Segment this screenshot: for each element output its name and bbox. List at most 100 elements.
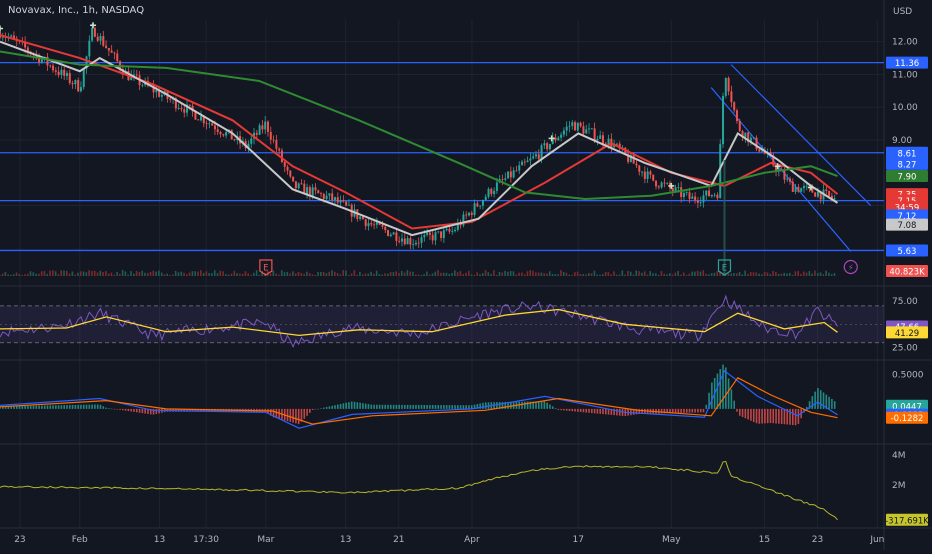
volume-bar — [275, 273, 277, 276]
volume-bar — [26, 273, 29, 276]
macd-histogram-bar — [91, 404, 93, 409]
candle-body — [88, 40, 91, 57]
volume-bar — [314, 274, 317, 276]
candle-body — [102, 36, 105, 46]
volume-bar — [733, 272, 735, 276]
volume-bar — [403, 272, 406, 276]
candle-body — [233, 139, 236, 141]
candle-body — [205, 123, 208, 125]
volume-bar — [454, 270, 456, 276]
candle-body — [789, 178, 792, 182]
macd-histogram-bar — [546, 402, 548, 409]
macd-histogram-bar — [102, 406, 105, 409]
macd-histogram-bar — [722, 364, 724, 409]
volume-bar — [283, 272, 286, 276]
macd-histogram-bar — [401, 404, 403, 409]
candle-body — [816, 191, 819, 197]
candle-body — [685, 192, 688, 194]
price-label-7-90: 7.90 — [898, 173, 917, 183]
candle-body — [576, 122, 579, 131]
candle-body — [339, 200, 342, 203]
time-axis-tick: 13 — [340, 535, 351, 545]
macd-histogram-bar — [674, 408, 677, 414]
volume-bar — [222, 271, 224, 276]
candle-body — [79, 87, 82, 92]
macd-histogram-bar — [711, 382, 713, 409]
volume-bar — [546, 273, 548, 276]
candle-body — [216, 129, 219, 133]
volume-bar — [199, 270, 202, 276]
macd-histogram-bar — [297, 408, 300, 425]
candle-body — [534, 154, 537, 157]
candle-body — [211, 123, 214, 126]
candle-body — [272, 139, 275, 141]
volume-bar — [752, 272, 755, 276]
volume-bar — [194, 271, 197, 276]
macd-histogram-bar — [398, 404, 400, 409]
volume-bar — [523, 274, 526, 276]
volume-bar — [814, 270, 816, 276]
candle-body — [65, 73, 68, 76]
macd-histogram-bar — [833, 401, 836, 409]
macd-histogram-bar — [688, 408, 691, 413]
candle-body — [364, 219, 367, 227]
candle-body — [342, 200, 345, 202]
macd-histogram-bar — [423, 404, 426, 409]
volume-bar — [409, 271, 411, 276]
volume-bar — [211, 273, 213, 276]
macd-histogram-bar — [85, 404, 88, 409]
candle-body — [261, 125, 264, 130]
chart-canvas[interactable]: USD 12.0011.0010.009.007.0011.368.618.27… — [0, 0, 932, 550]
macd-histogram-bar — [127, 408, 130, 412]
macd-histogram-bar — [738, 408, 741, 416]
time-axis-tick: Jun — [869, 535, 884, 545]
volume-bar — [308, 273, 311, 276]
volume-bar — [105, 270, 107, 276]
obv-line — [0, 460, 838, 521]
candle-body — [278, 148, 281, 151]
candle-body — [359, 216, 362, 219]
macd-histogram-bar — [15, 406, 18, 409]
macd-histogram-bar — [138, 408, 141, 413]
ticker-title: Novavax, Inc., 1h, NASDAQ — [8, 5, 145, 16]
volume-bar — [599, 274, 601, 276]
macd-histogram-bar — [758, 408, 761, 424]
candle-body — [596, 138, 599, 141]
macd-histogram-bar — [440, 405, 442, 409]
volume-bar — [738, 271, 741, 276]
volume-bar — [144, 272, 146, 276]
candle-body — [74, 79, 77, 85]
candle-body — [54, 70, 57, 72]
volume-bar — [794, 271, 797, 276]
volume-bar — [440, 272, 442, 276]
macd-histogram-bar — [124, 408, 127, 411]
candle-body — [283, 162, 286, 167]
macd-histogram-bar — [122, 408, 124, 411]
candle-body — [504, 178, 507, 180]
macd-histogram-bar — [540, 401, 543, 409]
volume-bar — [761, 274, 763, 276]
candle-body — [727, 77, 730, 92]
volume-bar — [708, 274, 710, 276]
macd-histogram-bar — [683, 408, 685, 413]
candle-body — [585, 129, 588, 134]
macd-histogram-bar — [339, 403, 342, 409]
volume-bar — [387, 273, 389, 276]
macd-histogram-bar — [457, 405, 459, 409]
volume-bar — [808, 271, 811, 276]
candle-body — [487, 188, 490, 197]
volume-bar — [336, 272, 339, 276]
time-axis-tick: 21 — [393, 535, 404, 545]
volume-bar — [730, 273, 732, 276]
volume-bar — [241, 273, 244, 276]
volume-bar — [130, 271, 132, 276]
macd-histogram-bar — [415, 404, 417, 409]
volume-bar — [300, 272, 303, 276]
volume-bar — [15, 272, 18, 276]
macd-histogram-bar — [429, 405, 431, 409]
macd-histogram-bar — [705, 404, 708, 409]
volume-bar — [373, 273, 375, 276]
candle-body — [317, 190, 320, 194]
volume-bar — [172, 274, 174, 276]
volume-bar — [370, 271, 372, 276]
